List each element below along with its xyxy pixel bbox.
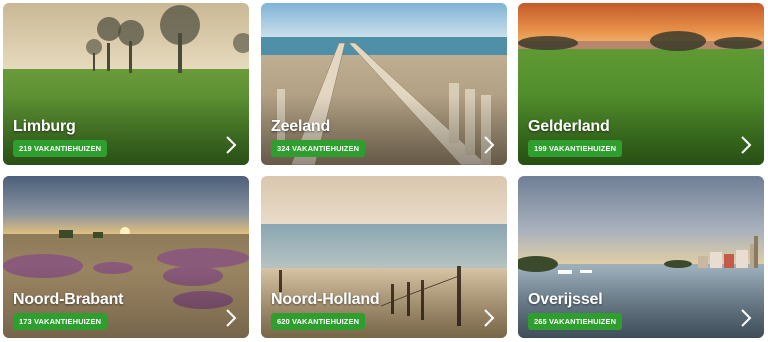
- region-grid: Limburg 219 VAKANTIEHUIZEN Zeeland 324 V…: [0, 0, 768, 342]
- region-card-noord-holland[interactable]: Noord-Holland 620 VAKANTIEHUIZEN: [261, 176, 507, 338]
- chevron-right-icon[interactable]: [223, 308, 239, 328]
- region-card-limburg[interactable]: Limburg 219 VAKANTIEHUIZEN: [3, 3, 249, 165]
- region-card-gelderland[interactable]: Gelderland 199 VAKANTIEHUIZEN: [518, 3, 764, 165]
- chevron-right-icon[interactable]: [481, 308, 497, 328]
- region-card-overijssel[interactable]: Overijssel 265 VAKANTIEHUIZEN: [518, 176, 764, 338]
- chevron-right-icon[interactable]: [738, 135, 754, 155]
- chevron-right-icon[interactable]: [223, 135, 239, 155]
- region-name: Overijssel: [528, 291, 603, 308]
- region-name: Zeeland: [271, 118, 331, 135]
- listing-count-badge: 219 VAKANTIEHUIZEN: [13, 140, 108, 157]
- region-name: Limburg: [13, 118, 76, 135]
- region-name: Noord-Brabant: [13, 291, 124, 308]
- region-card-zeeland[interactable]: Zeeland 324 VAKANTIEHUIZEN: [261, 3, 507, 165]
- listing-count-badge: 620 VAKANTIEHUIZEN: [271, 313, 366, 330]
- listing-count-badge: 199 VAKANTIEHUIZEN: [528, 140, 623, 157]
- listing-count-badge: 324 VAKANTIEHUIZEN: [271, 140, 366, 157]
- region-name: Noord-Holland: [271, 291, 380, 308]
- region-name: Gelderland: [528, 118, 610, 135]
- chevron-right-icon[interactable]: [738, 308, 754, 328]
- chevron-right-icon[interactable]: [481, 135, 497, 155]
- listing-count-badge: 265 VAKANTIEHUIZEN: [528, 313, 623, 330]
- listing-count-badge: 173 VAKANTIEHUIZEN: [13, 313, 108, 330]
- region-card-noord-brabant[interactable]: Noord-Brabant 173 VAKANTIEHUIZEN: [3, 176, 249, 338]
